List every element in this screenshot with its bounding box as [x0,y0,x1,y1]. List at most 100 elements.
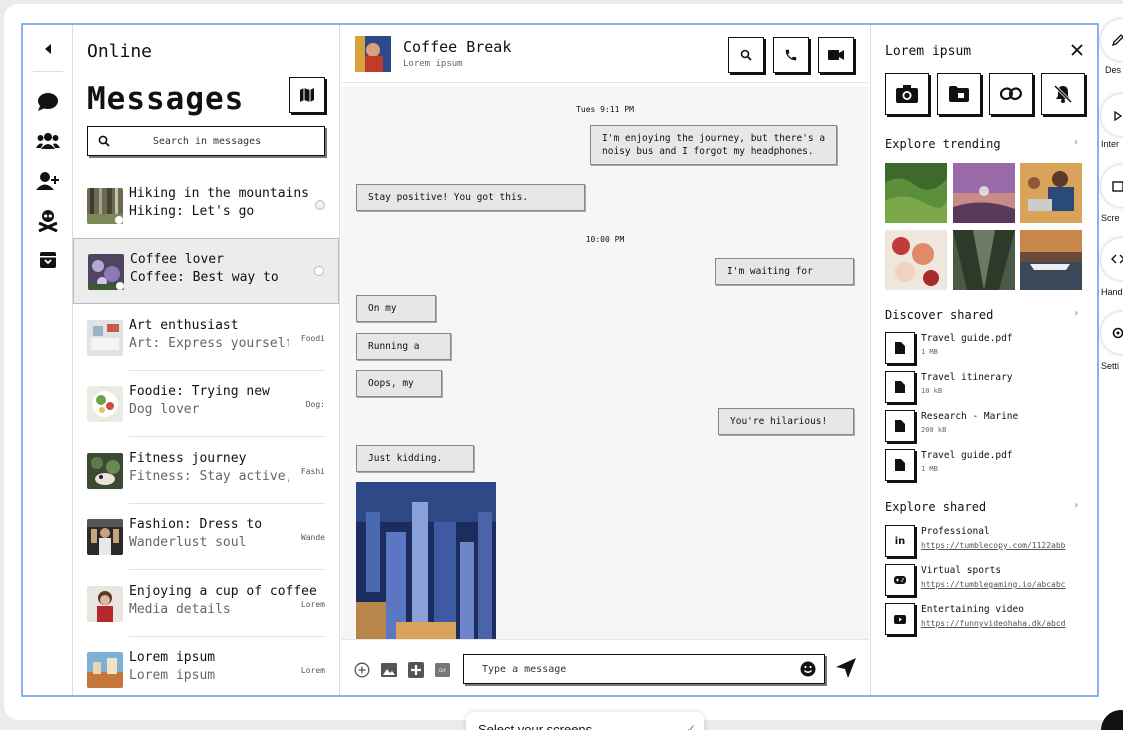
link-button[interactable] [989,73,1033,115]
camera-icon [896,85,918,103]
link-title: Entertaining video [921,604,1024,615]
conversation-avatar [87,519,123,555]
conversation-list-panel: Online Messages Search in messages Hikin… [73,25,340,695]
conversation-avatar [87,453,123,489]
chevron-right-icon[interactable]: › [1073,500,1079,511]
file-name: Research - Marine [921,411,1019,422]
shared-heading: Discover shared [885,308,994,322]
conversation-item[interactable]: Hiking in the mountains Hiking: Let's go [73,173,339,239]
unread-indicator [314,266,324,276]
folder-button[interactable] [937,73,981,115]
video-call-button[interactable] [818,37,854,73]
link-url[interactable]: https://tumblecopy.com/1122abb [921,541,1079,550]
tool-label: Setti [1101,361,1120,371]
groups-icon[interactable] [35,128,61,154]
search-input[interactable]: Search in messages [87,126,325,156]
conversation-item[interactable]: Lorem ipsum Lorem ipsum Lorem [73,637,339,695]
add-user-icon[interactable] [35,168,61,194]
link-title: Virtual sports [921,565,1002,576]
message-composer: GIF Type a message [341,639,869,695]
conversation-name: Foodie: Trying new [129,384,270,399]
trending-image[interactable] [1020,163,1082,223]
trending-image[interactable] [885,230,947,290]
file-icon [885,410,915,442]
link-url[interactable]: https://funnyvideohaha.dk/abcd [921,619,1079,628]
trending-heading: Explore trending [885,137,1001,151]
conversation-item[interactable]: Art enthusiast Art: Express yourself Foo… [73,305,339,371]
skull-icon[interactable] [35,207,61,233]
outgoing-message[interactable]: I'm waiting for [715,258,854,285]
close-icon[interactable] [1069,42,1085,58]
link-title: Professional [921,526,990,537]
camera-button[interactable] [885,73,929,115]
emoji-icon[interactable] [800,661,816,677]
outgoing-message[interactable]: You're hilarious! [718,408,854,435]
youtube-icon [885,603,915,635]
mute-button[interactable] [1041,73,1085,115]
shared-photo[interactable] [356,482,496,639]
tool-label: Des [1105,65,1122,75]
incoming-message[interactable]: On my [356,295,436,322]
chevron-right-icon[interactable]: › [1073,137,1079,148]
details-panel: Lorem ipsum Explore trending › Discover … [870,25,1097,695]
timestamp: 10:00 PM [585,235,625,244]
shared-link[interactable]: Entertaining video https://funnyvideohah… [885,603,1085,637]
trending-image[interactable] [1020,230,1082,290]
conversation-preview: Dog lover [129,402,200,417]
conversation-item[interactable]: Foodie: Trying new Dog lover Dog: [73,371,339,437]
svg-text:GIF: GIF [439,668,447,674]
map-button[interactable] [289,77,325,113]
conversation-avatar [87,320,123,356]
file-name: Travel guide.pdf [921,333,1013,344]
shared-file[interactable]: Travel guide.pdf 1 MB [885,332,1085,366]
conversation-name: Hiking in the mountains [129,186,310,201]
outgoing-message[interactable]: I'm enjoying the journey, but there's a … [590,125,838,165]
trending-image[interactable] [885,163,947,223]
collapse-icon[interactable] [35,36,61,62]
conversation-avatar [87,652,123,688]
tool-label: Hand [1101,287,1123,297]
chat-avatar[interactable] [355,36,391,72]
gear-icon [1112,327,1123,339]
shared-link[interactable]: in Professional https://tumblecopy.com/1… [885,525,1085,559]
conversation-avatar [87,188,123,224]
incoming-message[interactable]: Oops, my [356,370,442,397]
chat-title: Coffee Break [403,38,512,56]
file-icon [885,371,915,403]
screen-select-popup[interactable]: Select your screens ✓ [466,712,704,730]
gif-icon[interactable]: GIF [434,661,451,678]
sticker-icon[interactable] [407,661,424,678]
send-icon[interactable] [835,657,857,679]
add-icon[interactable] [353,661,370,678]
chat-app: Online Messages Search in messages Hikin… [21,23,1099,697]
link-url[interactable]: https://tumblegaming.io/abcabc [921,580,1079,589]
conversation-item[interactable]: Fashion: Dress to Wanderlust soul Wande [73,504,339,570]
chat-icon[interactable] [35,89,61,115]
file-size: 10 kB [921,387,943,395]
conversation-avatar [87,386,123,422]
conversation-item[interactable]: Fitness journey Fitness: Stay active, Fa… [73,438,339,504]
incoming-message[interactable]: Running a [356,333,451,360]
archive-icon[interactable] [35,247,61,273]
shared-file[interactable]: Travel guide.pdf 1 MB [885,449,1085,483]
chat-search-button[interactable] [728,37,764,73]
shared-file[interactable]: Travel itinerary 10 kB [885,371,1085,405]
call-button[interactable] [773,37,809,73]
conversation-item[interactable]: Enjoying a cup of coffee Media details L… [73,571,339,637]
search-placeholder: Search in messages [152,135,262,147]
conversation-item[interactable]: Coffee lover Coffee: Best way to [73,238,339,304]
trending-image[interactable] [953,230,1015,290]
phone-icon [785,49,797,61]
message-placeholder: Type a message [482,664,567,675]
shared-file[interactable]: Research - Marine 200 kB [885,410,1085,444]
file-icon [885,332,915,364]
message-input[interactable]: Type a message [463,654,825,684]
conversation-name: Fitness journey [129,451,247,466]
incoming-message[interactable]: Stay positive! You got this. [356,184,585,211]
shared-link[interactable]: Virtual sports https://tumblegaming.io/a… [885,564,1085,598]
trending-image[interactable] [953,163,1015,223]
chevron-right-icon[interactable]: › [1073,308,1079,319]
incoming-message[interactable]: Just kidding. [356,445,474,472]
conversation-name: Enjoying a cup of coffee [129,584,317,599]
image-icon[interactable] [380,661,397,678]
